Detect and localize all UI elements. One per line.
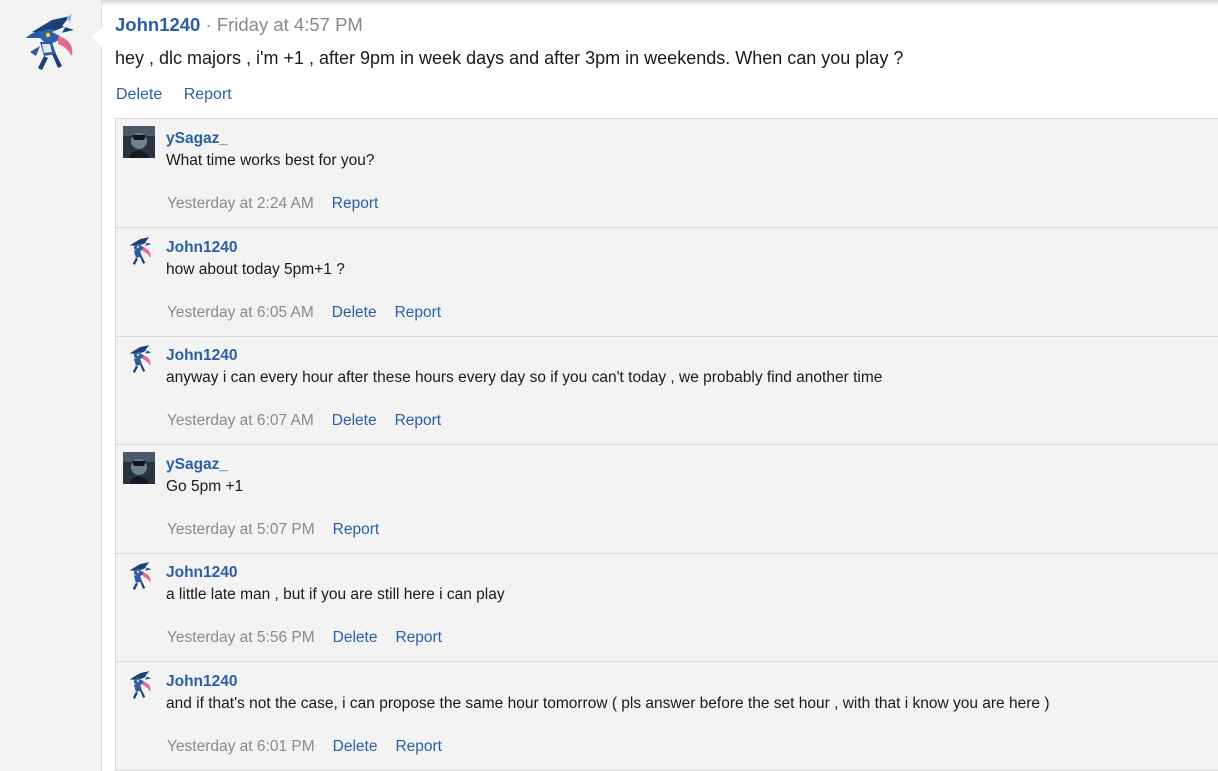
john1240-avatar[interactable]	[123, 560, 155, 592]
comment-author-link[interactable]: John1240	[166, 564, 238, 582]
post-actions: Delete Report	[116, 86, 249, 104]
comment-meta: Yesterday at 6:07 AM Delete Report	[167, 412, 459, 430]
avatar-column	[0, 0, 102, 771]
bubble-pointer	[91, 27, 102, 47]
profile-post-page: John1240 · Friday at 4:57 PM hey , dlc m…	[0, 0, 1218, 771]
comment-item: John1240 anyway i can every hour after th…	[116, 336, 1218, 445]
comment-item: ySagaz_ Go 5pm +1 Yesterday at 5:07 PM Repo…	[116, 445, 1218, 554]
comment-report-link[interactable]: Report	[395, 629, 442, 646]
john1240-avatar[interactable]	[123, 343, 155, 375]
top-shadow	[0, 0, 1218, 6]
post-report-link[interactable]: Report	[184, 86, 232, 103]
comment-list: ySagaz_ What time works best for you? Yest…	[115, 118, 1218, 771]
post-delete-link[interactable]: Delete	[116, 86, 162, 103]
comment-time[interactable]: Yesterday at 5:07 PM	[167, 521, 315, 538]
comment-meta: Yesterday at 5:56 PM Delete Report	[167, 629, 460, 647]
comment-delete-link[interactable]: Delete	[333, 738, 378, 755]
comment-text: anyway i can every hour after these hour…	[166, 369, 883, 386]
comment-time[interactable]: Yesterday at 6:05 AM	[167, 304, 314, 321]
john1240-avatar[interactable]	[123, 669, 155, 701]
comment-text: and if that's not the case, i can propos…	[166, 694, 1050, 712]
comment-meta: Yesterday at 6:01 PM Delete Report	[167, 738, 460, 756]
comment-time[interactable]: Yesterday at 5:56 PM	[167, 629, 315, 646]
comment-delete-link[interactable]: Delete	[332, 304, 377, 321]
comment-text: how about today 5pm+1 ?	[166, 260, 345, 278]
post-author-link[interactable]: John1240	[115, 14, 200, 35]
comment-delete-link[interactable]: Delete	[332, 412, 377, 429]
comment-item: John1240 and if that's not the case, i ca…	[116, 662, 1218, 771]
comment-author-link[interactable]: ySagaz_	[166, 456, 228, 474]
comment-item: John1240 a little late man , but if you a…	[116, 553, 1218, 662]
post-header: John1240 · Friday at 4:57 PM	[115, 14, 363, 36]
comment-meta: Yesterday at 2:24 AM Report	[167, 195, 396, 213]
separator-dot: ·	[205, 14, 212, 35]
comment-text: What time works best for you?	[166, 152, 375, 169]
comment-author-link[interactable]: John1240	[166, 239, 238, 257]
comment-report-link[interactable]: Report	[395, 412, 442, 429]
comment-item: ySagaz_ What time works best for you? Yest…	[116, 119, 1218, 228]
comment-delete-link[interactable]: Delete	[333, 629, 378, 646]
comment-meta: Yesterday at 5:07 PM Report	[167, 521, 397, 539]
comment-meta: Yesterday at 6:05 AM Delete Report	[167, 304, 459, 322]
ysagaz-avatar[interactable]	[123, 451, 155, 484]
john1240-avatar[interactable]	[22, 12, 78, 74]
comment-author-link[interactable]: John1240	[166, 347, 238, 365]
comment-time[interactable]: Yesterday at 6:07 AM	[167, 412, 314, 429]
comment-report-link[interactable]: Report	[332, 195, 379, 212]
comment-author-link[interactable]: John1240	[166, 673, 238, 691]
comment-item: John1240 how about today 5pm+1 ? Yesterday…	[116, 228, 1218, 337]
comment-report-link[interactable]: Report	[395, 738, 442, 755]
john1240-avatar[interactable]	[123, 235, 155, 267]
comment-report-link[interactable]: Report	[395, 304, 442, 321]
comment-time[interactable]: Yesterday at 6:01 PM	[167, 738, 315, 755]
post-time[interactable]: Friday at 4:57 PM	[217, 14, 363, 35]
comment-text: a little late man , but if you are still…	[166, 586, 505, 603]
comment-report-link[interactable]: Report	[333, 521, 380, 538]
comment-time[interactable]: Yesterday at 2:24 AM	[167, 195, 314, 212]
comment-author-link[interactable]: ySagaz_	[166, 130, 228, 148]
post-message: hey , dlc majors , i'm +1 , after 9pm in…	[115, 48, 904, 68]
ysagaz-avatar[interactable]	[123, 126, 155, 158]
comment-text: Go 5pm +1	[166, 477, 244, 495]
